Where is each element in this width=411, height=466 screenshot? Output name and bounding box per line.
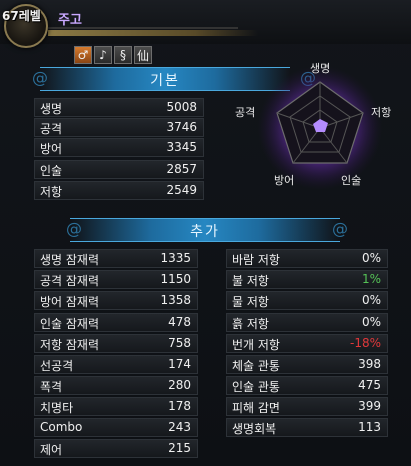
immortal-icon[interactable]: 仙 [134,46,152,64]
extra-stat-row: 제어 215 [34,439,198,458]
stat-label: 제어 [40,443,63,457]
extra-stat-row: 인술 관통 475 [226,376,388,395]
extra-stat-row: 물 저항 0% [226,291,388,310]
stat-radar: 생명 저항 인술 방어 공격 [232,60,407,195]
stat-value: 1% [361,272,381,286]
stat-value: 475 [358,378,381,392]
stat-label: 체술 관통 [232,359,280,373]
stat-label: Combo [40,420,83,434]
stat-value: 1335 [160,251,191,265]
stat-label: 번개 저항 [232,338,280,352]
stat-value: 3746 [166,120,197,134]
stat-value: 1358 [160,293,191,307]
stat-value: 478 [168,315,191,329]
stat-value: 280 [168,378,191,392]
stat-label: 생명 잠재력 [40,253,100,267]
stat-value: 178 [168,399,191,413]
character-name: 주고 [58,13,82,28]
basic-stat-row: 방어 3345 [34,138,204,157]
extra-stat-row: 흙 저항 0% [226,313,388,332]
extra-stat-row: 피해 감면 399 [226,397,388,416]
stat-label: 선공격 [40,359,74,373]
extra-stat-row: 생명 잠재력 1335 [34,249,198,268]
level-badge: 67레벨 [0,0,54,48]
radar-chart [258,66,382,190]
swirl-ornament-icon: @ [66,219,82,238]
stat-label: 방어 잠재력 [40,295,100,309]
stat-value: 1150 [160,272,191,286]
stat-label: 생명회복 [232,422,277,436]
stat-value: -18% [349,336,381,350]
stat-label: 인술 잠재력 [40,317,100,331]
stat-value: 0% [361,293,381,307]
extra-stat-row: 폭격 280 [34,376,198,395]
radar-label-right: 저항 [371,106,392,119]
extra-stat-row: 공격 잠재력 1150 [34,270,198,289]
basic-stat-row: 공격 3746 [34,118,204,137]
extra-section-banner: 추가 [70,218,340,242]
stat-value: 398 [358,357,381,371]
stat-label: 인술 [40,164,63,178]
extra-stat-row: 바람 저항 0% [226,249,388,268]
extra-stat-row: 인술 잠재력 478 [34,313,198,332]
stat-label: 방어 [40,142,63,156]
stat-value: 2857 [166,162,197,176]
stat-value: 399 [358,399,381,413]
swirl-ornament-icon: @ [32,68,48,87]
stat-label: 저항 잠재력 [40,338,100,352]
extra-stat-row: 방어 잠재력 1358 [34,291,198,310]
extra-stat-row: 불 저항 1% [226,270,388,289]
extra-stat-row: 선공격 174 [34,355,198,374]
icon-row: ♂ ♪ § 仙 [74,46,152,64]
stat-label: 불 저항 [232,274,269,288]
stat-label: 공격 [40,122,63,136]
extra-stat-row: 저항 잠재력 758 [34,334,198,353]
stat-value: 5008 [166,100,197,114]
radar-label-left: 공격 [235,106,256,119]
extra-stat-row: 체술 관통 398 [226,355,388,374]
stat-label: 폭격 [40,380,63,394]
stat-value: 2549 [166,183,197,197]
stat-value: 174 [168,357,191,371]
stat-label: 치명타 [40,401,74,415]
extra-stat-row: Combo 243 [34,418,198,437]
male-icon[interactable]: ♂ [74,46,92,64]
extra-stat-row: 치명타 178 [34,397,198,416]
basic-stat-row: 인술 2857 [34,160,204,179]
swirl-icon[interactable]: § [114,46,132,64]
stat-label: 공격 잠재력 [40,274,100,288]
note-icon[interactable]: ♪ [94,46,112,64]
basic-stat-row: 저항 2549 [34,181,204,200]
stat-label: 생명 [40,102,63,116]
character-stats-panel: 67레벨 주고 ♂ ♪ § 仙 기본 @ @ 생명 5008 공격 3746 방… [0,0,411,466]
stat-value: 243 [168,420,191,434]
stat-value: 215 [168,441,191,455]
stat-value: 0% [361,251,381,265]
extra-section-title: 추가 [190,224,220,240]
stat-label: 인술 관통 [232,380,280,394]
swirl-ornament-icon: @ [332,219,348,238]
stat-label: 저항 [40,185,63,199]
stat-value: 113 [358,420,381,434]
stat-value: 758 [168,336,191,350]
stat-label: 피해 감면 [232,401,280,415]
extra-stat-row: 생명회복 113 [226,418,388,437]
extra-stat-row: 번개 저항 -18% [226,334,388,353]
basic-stat-row: 생명 5008 [34,98,204,117]
title-bar [48,30,258,36]
stat-label: 바람 저항 [232,253,280,267]
stat-label: 물 저항 [232,295,269,309]
level-text: 67레벨 [2,9,41,23]
stat-label: 흙 저항 [232,317,269,331]
radar-label-bottom-left: 방어 [274,174,295,187]
stat-value: 3345 [166,140,197,154]
radar-label-bottom-right: 인술 [341,174,362,187]
character-header: 67레벨 주고 [0,0,411,48]
radar-label-top: 생명 [310,62,331,75]
stat-value: 0% [361,315,381,329]
